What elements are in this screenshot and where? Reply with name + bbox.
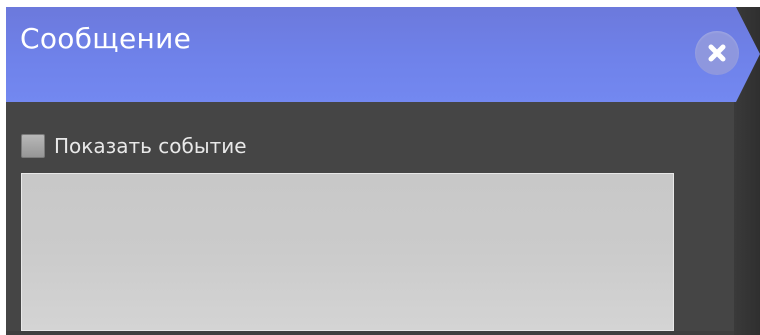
show-event-label: Показать событие	[54, 134, 247, 158]
close-button[interactable]	[695, 31, 739, 75]
show-event-option[interactable]: Показать событие	[21, 132, 247, 160]
bottom-shade	[6, 331, 734, 335]
dialog-title: Сообщение	[20, 22, 192, 55]
message-text-area[interactable]	[21, 173, 674, 331]
show-event-checkbox[interactable]	[21, 134, 45, 158]
close-icon	[708, 44, 726, 62]
dialog-header: Сообщение	[6, 7, 760, 102]
screenshot-frame: Сообщение Показать событие	[0, 0, 760, 335]
